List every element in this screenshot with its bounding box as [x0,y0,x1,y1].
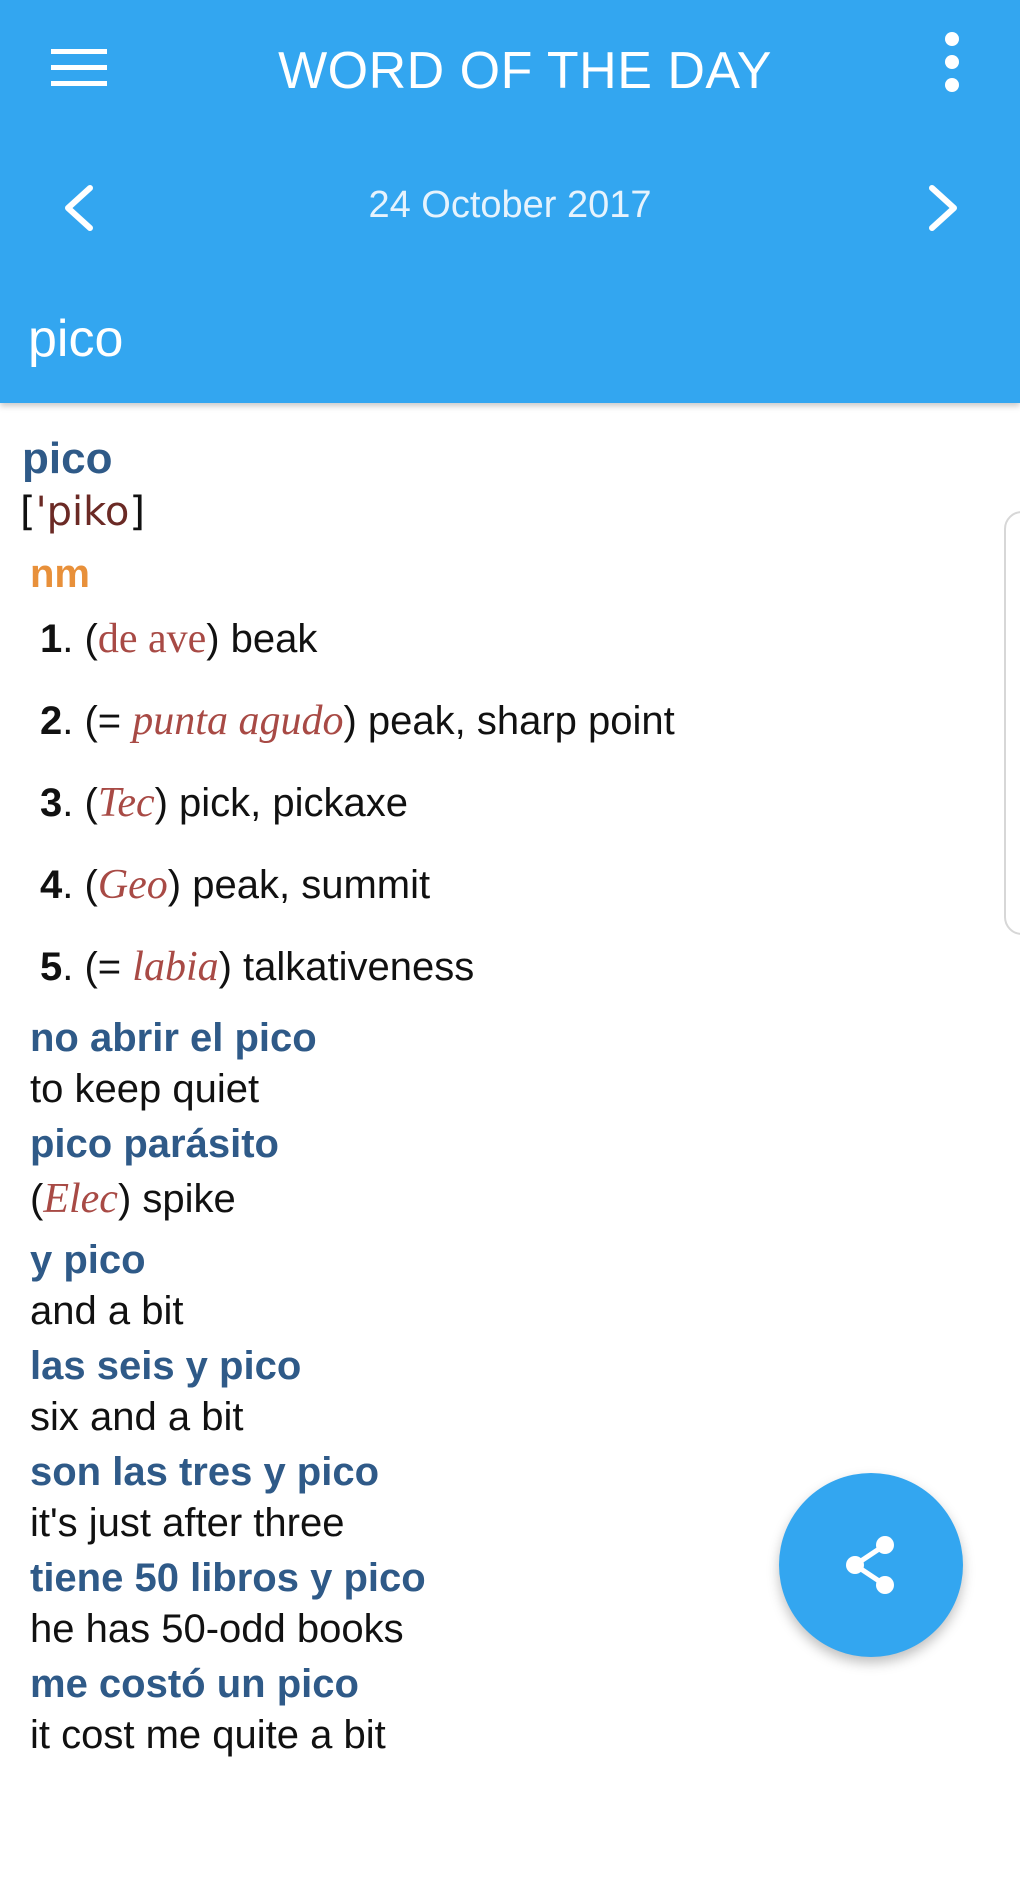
phrase: tiene 50 libros y pico [30,1556,426,1600]
sense-text: ) talkativeness [218,945,475,989]
sense-item: 2. (= punta agudo) peak, sharp point [40,698,675,744]
date-label: 24 October 2017 [368,184,652,226]
sense-label: Geo [97,862,168,908]
share-button[interactable] [779,1473,963,1657]
dictionary-entry: pico ['piko] nm 1. (de ave) beak 2. (= p… [0,403,1020,1880]
phrase-translation: to keep quiet [30,1067,260,1111]
sense-number: 3 [40,781,63,825]
sense-text: ) pick, pickaxe [154,781,409,825]
pronunciation-close: ] [129,489,145,535]
sense-number: 2 [40,699,63,743]
phrase: me costó un pico [30,1662,359,1706]
app-bar: WORD OF THE DAY 24 October 2017 pico [0,0,1020,403]
share-icon [846,1536,894,1594]
phrase-prefix: ( [30,1177,44,1221]
page-title: WORD OF THE DAY [278,42,772,100]
phrase: las seis y pico [30,1344,302,1388]
word-of-the-day-screen: WORD OF THE DAY 24 October 2017 pico pic… [0,0,1020,1880]
more-options-button[interactable] [920,22,984,102]
more-vert-icon [945,32,959,92]
phrase: pico parásito [30,1122,279,1166]
phrase: no abrir el pico [30,1016,317,1060]
next-day-button[interactable] [904,168,984,248]
sense-prefix: ( [84,617,98,661]
hamburger-menu-icon [51,49,107,86]
previous-day-button[interactable] [38,168,118,248]
phrase-label: Elec [43,1176,118,1222]
pronunciation-open: [ [20,489,36,535]
phrase-translation: he has 50-odd books [30,1607,404,1651]
sense-label: de ave [97,616,207,662]
sense-text: ) peak, summit [167,863,431,907]
pronunciation-text: 'piko [35,489,130,535]
headword: pico [22,434,113,483]
phrase-translation: six and a bit [30,1395,244,1439]
sense-number: 5 [40,945,63,989]
chevron-right-icon [929,185,957,231]
sense-number: 4 [40,863,63,907]
phrase-translation: (Elec) spike [30,1173,236,1225]
phrase-text: ) spike [117,1177,236,1221]
sense-label: punta agudo [132,698,344,744]
sense-item: 3. (Tec) pick, pickaxe [40,780,409,826]
phrase-translation: it cost me quite a bit [30,1713,386,1757]
phrase-translation: it's just after three [30,1501,345,1545]
phrase: y pico [30,1238,146,1282]
sense-item: 5. (= labia) talkativeness [40,944,475,990]
sense-label: Tec [97,780,155,826]
sense-prefix: ( [84,781,98,825]
part-of-speech: nm [30,552,90,596]
chevron-left-icon [65,185,93,231]
scroll-handle[interactable] [1004,511,1020,935]
menu-button[interactable] [34,28,124,108]
word-title: pico [28,310,124,368]
sense-prefix: (= [84,945,133,989]
sense-prefix: ( [84,863,98,907]
sense-label: labia [132,944,219,990]
sense-text: ) beak [206,617,318,661]
pronunciation: ['piko] [20,487,145,537]
sense-item: 4. (Geo) peak, summit [40,862,431,908]
phrase: son las tres y pico [30,1450,380,1494]
sense-number: 1 [40,617,63,661]
sense-prefix: (= [84,699,133,743]
sense-text: ) peak, sharp point [343,699,675,743]
phrase-translation: and a bit [30,1289,184,1333]
sense-item: 1. (de ave) beak [40,616,318,662]
